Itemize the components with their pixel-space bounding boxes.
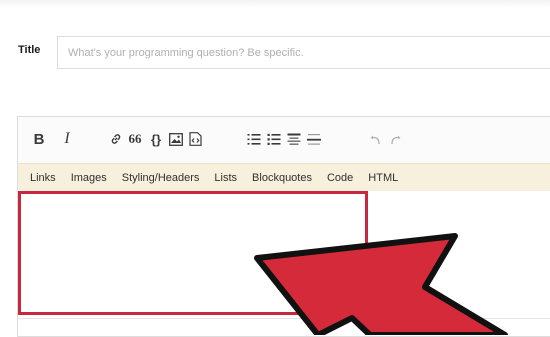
help-lists[interactable]: Lists xyxy=(214,172,237,184)
numbered-list-button[interactable] xyxy=(246,129,262,149)
blockquote-button[interactable]: 66 xyxy=(127,129,143,149)
code-sample-button[interactable]: {} xyxy=(148,129,164,149)
question-body-input[interactable] xyxy=(18,191,368,315)
bulleted-list-button[interactable] xyxy=(266,129,282,149)
image-icon xyxy=(169,132,183,146)
help-styling-headers[interactable]: Styling/Headers xyxy=(122,172,200,184)
undo-button[interactable] xyxy=(368,129,382,149)
editor-toolbar: B I 66 {} xyxy=(18,117,550,163)
horizontal-rule-button[interactable] xyxy=(306,129,322,149)
numbered-list-icon xyxy=(247,133,261,145)
heading-icon xyxy=(287,133,301,145)
horizontal-rule-icon xyxy=(307,133,321,145)
snippet-button[interactable] xyxy=(187,129,203,149)
heading-button[interactable] xyxy=(286,129,302,149)
help-blockquotes[interactable]: Blockquotes xyxy=(252,172,312,184)
preview-area xyxy=(18,318,550,337)
help-images[interactable]: Images xyxy=(71,172,107,184)
redo-icon xyxy=(390,135,400,144)
top-edge xyxy=(0,0,550,8)
redo-button[interactable] xyxy=(388,129,402,149)
image-button[interactable] xyxy=(168,129,184,149)
bold-button[interactable]: B xyxy=(32,129,46,149)
formatting-help-bar: Links Images Styling/Headers Lists Block… xyxy=(18,163,550,191)
help-code[interactable]: Code xyxy=(327,172,353,184)
link-icon xyxy=(111,134,121,144)
italic-button[interactable]: I xyxy=(60,129,74,149)
undo-icon xyxy=(370,135,380,144)
title-label: Title xyxy=(18,44,41,56)
question-editor: B I 66 {} Links Images Styling/Headers L… xyxy=(17,116,550,337)
snippet-icon xyxy=(188,132,202,146)
help-html[interactable]: HTML xyxy=(368,172,398,184)
bulleted-list-icon xyxy=(267,133,281,145)
title-input[interactable] xyxy=(57,36,550,69)
help-links[interactable]: Links xyxy=(30,172,56,184)
link-button[interactable] xyxy=(108,129,124,149)
